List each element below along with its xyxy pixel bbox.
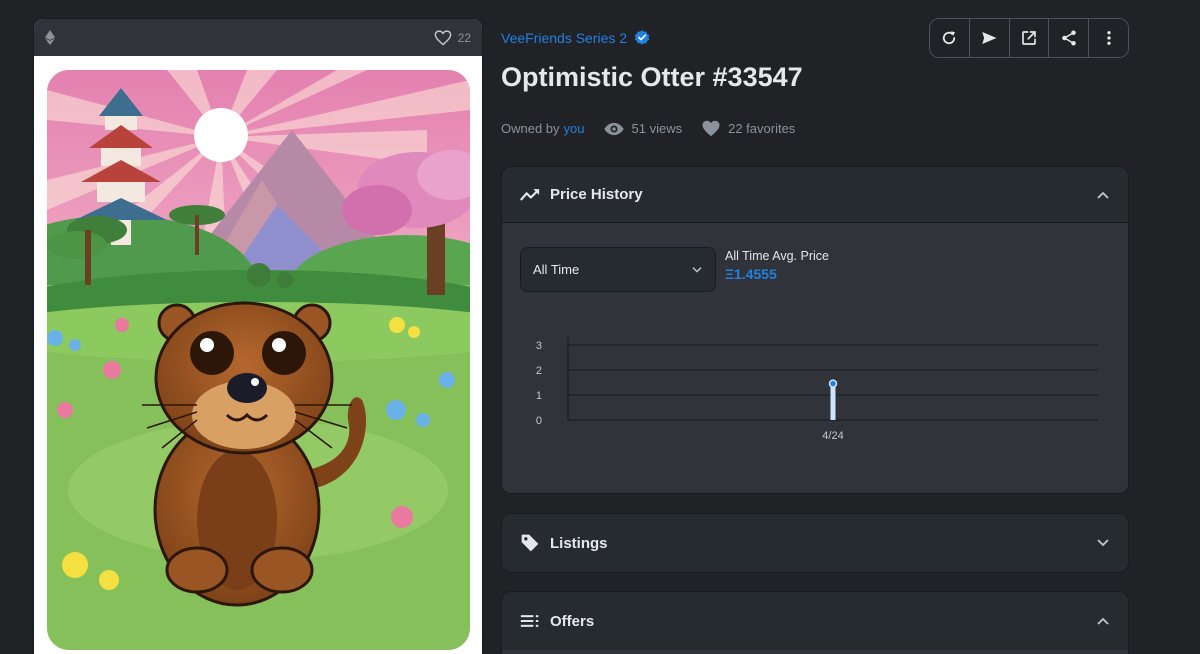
item-toolbar <box>929 18 1129 58</box>
heart-outline-icon <box>434 29 452 46</box>
nft-artwork[interactable] <box>47 70 470 650</box>
owned-by-label: Owned by <box>501 121 560 136</box>
chart-y-tick-label: 0 <box>536 415 542 427</box>
trending-chart-icon <box>520 188 540 201</box>
time-range-value: All Time <box>533 262 580 277</box>
price-history-title: Price History <box>550 186 643 203</box>
favorite-button[interactable]: 22 <box>434 29 471 46</box>
favorites-count: 22 favorites <box>701 120 795 137</box>
chart-y-tick-label: 2 <box>536 365 542 377</box>
verified-badge-icon <box>634 30 650 45</box>
chevron-up-icon[interactable] <box>1096 190 1110 200</box>
offers-title: Offers <box>550 612 595 630</box>
favorite-count: 22 <box>457 30 471 45</box>
time-range-select[interactable]: All Time <box>520 247 716 292</box>
heart-filled-icon <box>702 120 720 137</box>
avg-price-value: Ξ1.4555 <box>725 266 777 282</box>
chevron-up-icon[interactable] <box>1096 616 1110 626</box>
offers-panel: Offers <box>501 591 1129 654</box>
open-external-button[interactable] <box>1009 19 1050 57</box>
chevron-down-icon <box>692 266 702 273</box>
chart-y-tick-label: 1 <box>536 390 542 402</box>
share-button[interactable] <box>1049 19 1090 57</box>
chart-data-point <box>828 379 838 388</box>
price-history-panel: Price History 0 1 2 3 4/24 All Time All Time… <box>501 166 1129 494</box>
more-options-button[interactable] <box>1089 19 1128 57</box>
share-icon <box>1062 30 1076 46</box>
tag-icon <box>521 534 539 552</box>
external-link-icon <box>1022 31 1036 45</box>
price-history-body: 0 1 2 3 4/24 All Time All Time Avg. Price Ξ1… <box>502 223 1128 493</box>
views-count: 51 views <box>603 121 683 136</box>
refresh-metadata-button[interactable] <box>930 19 970 57</box>
listings-header[interactable]: Listings <box>502 514 1128 572</box>
otter-illustration <box>47 70 470 650</box>
item-meta-row: Owned by you 51 views 22 favorites <box>501 120 795 137</box>
offers-header[interactable]: Offers <box>502 592 1128 650</box>
avg-price-label: All Time Avg. Price <box>725 249 829 263</box>
item-media-card: 22 <box>33 18 483 654</box>
collection-name[interactable]: VeeFriends Series 2 <box>501 30 627 46</box>
more-vertical-icon <box>1106 31 1111 45</box>
owner-link[interactable]: you <box>564 121 585 136</box>
collection-link[interactable]: VeeFriends Series 2 <box>501 29 651 47</box>
item-title: Optimistic Otter #33547 <box>501 62 803 92</box>
refresh-icon <box>943 31 956 45</box>
transfer-send-icon <box>982 32 997 44</box>
chart-x-tick-label: 4/24 <box>822 430 843 442</box>
eye-icon <box>603 122 624 135</box>
chart-bar <box>830 383 836 420</box>
list-icon <box>520 615 539 627</box>
listings-title: Listings <box>550 534 608 552</box>
ethereum-icon <box>45 30 57 46</box>
media-header: 22 <box>34 19 482 56</box>
listings-panel: Listings <box>501 513 1129 573</box>
views-text: 51 views <box>631 121 683 136</box>
transfer-button[interactable] <box>969 19 1010 57</box>
favorites-text: 22 favorites <box>728 121 796 136</box>
price-history-header[interactable]: Price History <box>502 167 1128 223</box>
chevron-down-icon[interactable] <box>1096 538 1110 548</box>
chart-y-tick-label: 3 <box>536 340 542 352</box>
